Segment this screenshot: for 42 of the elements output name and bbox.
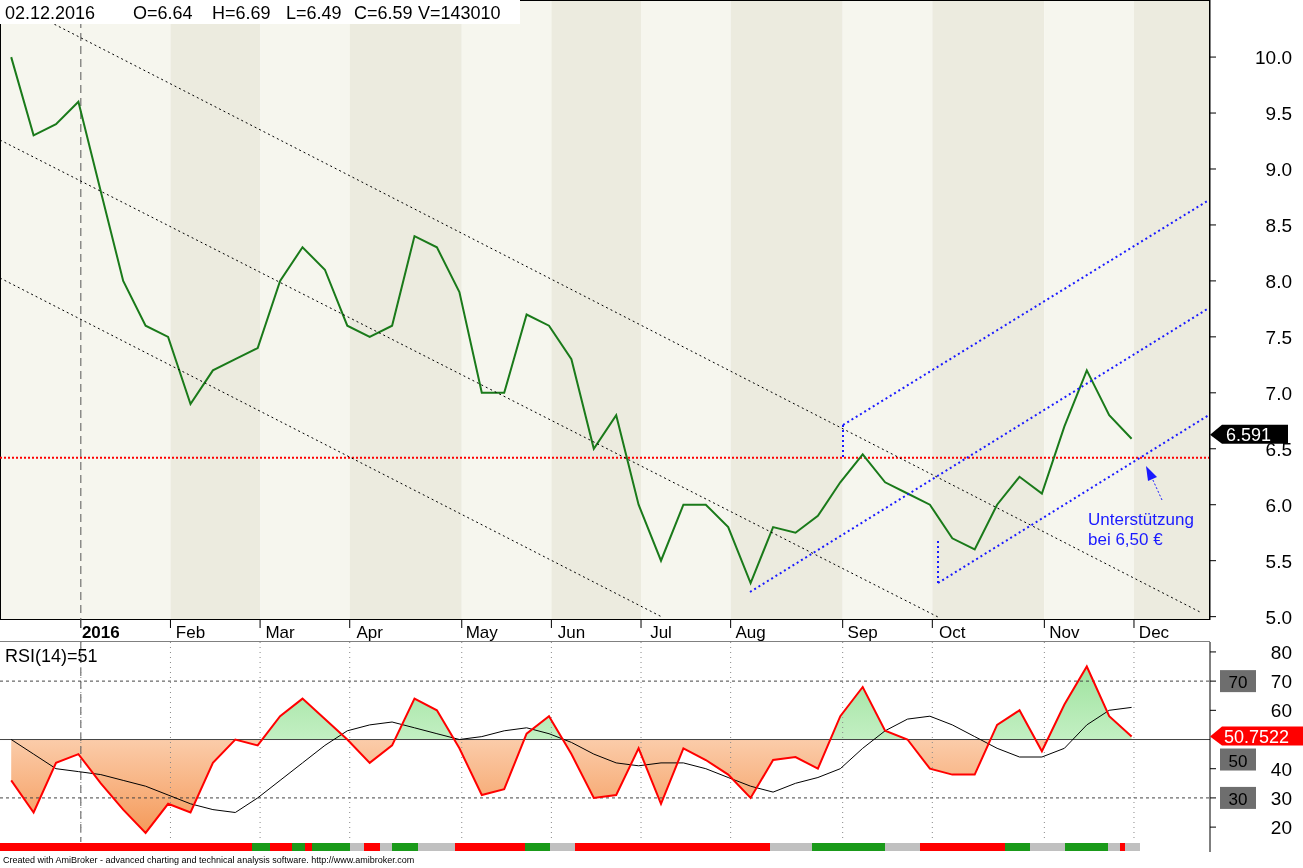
level-label: 50 xyxy=(1220,748,1256,771)
axis-label: 7.0 xyxy=(1265,382,1292,404)
axis-label: 70 xyxy=(1270,671,1292,693)
axis-label: 9.5 xyxy=(1265,103,1292,125)
axis-label: 5.0 xyxy=(1265,606,1292,628)
axis-label: 40 xyxy=(1270,758,1292,780)
month-label: 2016 xyxy=(81,623,120,642)
rsi-title: RSI(14)=51 xyxy=(5,646,98,666)
axis-label: 10.0 xyxy=(1255,47,1292,69)
quote-value: C=6.59 xyxy=(354,3,413,23)
quote-value: O=6.64 xyxy=(133,3,193,23)
axis-label: 8.0 xyxy=(1265,270,1292,292)
quote-value: V=143010 xyxy=(418,3,501,23)
quote-value: L=6.49 xyxy=(286,3,342,23)
month-label: Jun xyxy=(557,623,586,642)
month-label: Mar xyxy=(265,623,295,642)
axis-label: 8.5 xyxy=(1265,214,1292,236)
rsi-marker: 50.7522 xyxy=(1210,726,1303,747)
date-label: 02.12.2016 xyxy=(5,3,96,23)
axis-label: 30 xyxy=(1270,787,1292,809)
footer-text: Created with AmiBroker - advanced charting and technical analysis software. http://www.amibroker.com xyxy=(2,854,416,867)
axis-label: 80 xyxy=(1270,642,1292,663)
month-label: Aug xyxy=(735,623,766,642)
month-label: May xyxy=(465,623,498,642)
month-label: Sep xyxy=(847,623,878,642)
support-note: Unterstützung bei 6,50 € xyxy=(1088,510,1194,549)
month-label: Oct xyxy=(939,623,966,642)
level-label: 70 xyxy=(1220,670,1256,693)
month-label: Feb xyxy=(175,623,206,642)
axis-label: 7.5 xyxy=(1265,326,1292,348)
level-label: 30 xyxy=(1220,786,1256,809)
month-label: Nov xyxy=(1049,623,1080,642)
quote-value: H=6.69 xyxy=(212,3,271,23)
month-label: Dec xyxy=(1138,623,1170,642)
axis-label: 5.5 xyxy=(1265,550,1292,572)
axis-label: 60 xyxy=(1270,700,1292,722)
axis-label: 20 xyxy=(1270,817,1292,839)
month-label: Apr xyxy=(356,623,383,642)
arrow-icon xyxy=(1146,466,1163,501)
axis-label: 9.0 xyxy=(1265,159,1292,180)
month-label: Jul xyxy=(650,623,672,642)
axis-label: 6.0 xyxy=(1265,494,1292,516)
